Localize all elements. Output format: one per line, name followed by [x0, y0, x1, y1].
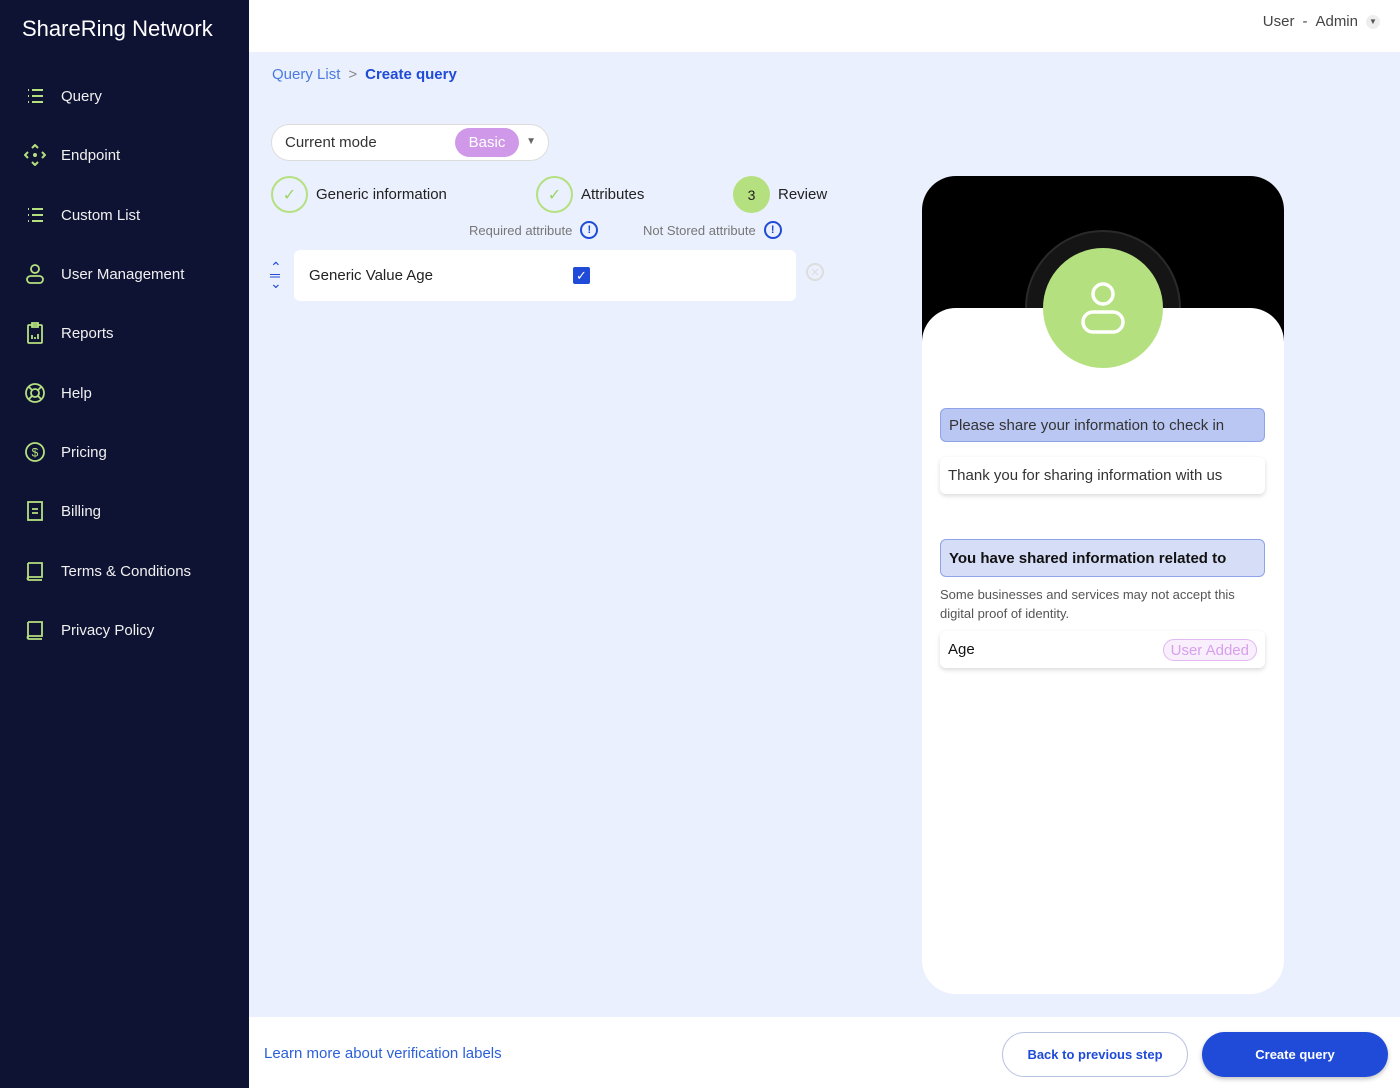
sidebar-item-label: Terms & Conditions — [61, 562, 192, 580]
sidebar-item-label: Billing — [61, 502, 102, 520]
legend-required: Required attribute! — [469, 221, 599, 239]
mode-badge: Basic — [455, 128, 519, 157]
user-icon — [26, 264, 44, 284]
info-icon[interactable]: ! — [580, 221, 599, 239]
checkin-message: Please share your information to check i… — [940, 408, 1265, 442]
legend-label: Required attribute — [469, 222, 573, 238]
user-menu[interactable]: User - Admin ▼ — [1263, 13, 1380, 30]
mode-select[interactable]: Current mode Basic ▼ — [271, 124, 549, 161]
remove-icon[interactable]: ✕ — [806, 263, 824, 281]
step-attributes[interactable]: ✓ Attributes — [536, 176, 644, 213]
sidebar-item-terms[interactable]: Terms & Conditions — [24, 560, 191, 582]
sidebar-item-help[interactable]: Help — [24, 382, 92, 404]
user-separator: - — [1302, 13, 1308, 30]
list-icon — [28, 89, 43, 103]
user-role: Admin — [1315, 13, 1358, 30]
breadcrumb-separator: > — [348, 66, 358, 83]
document-icon — [27, 501, 43, 521]
list-icon — [28, 208, 43, 222]
required-checkbox[interactable]: ✓ — [573, 267, 590, 284]
footer: Learn more about verification labels Bac… — [249, 1017, 1400, 1088]
avatar — [1043, 248, 1163, 368]
step-review[interactable]: 3 Review — [733, 176, 827, 213]
sidebar-item-privacy[interactable]: Privacy Policy — [24, 619, 154, 641]
step-number: 3 — [733, 176, 770, 213]
breadcrumb: Query List > Create query — [272, 66, 457, 83]
legend-not-stored: Not Stored attribute! — [643, 221, 782, 239]
drag-handle-icon[interactable]: ⌃ ═ ⌄ — [270, 260, 282, 290]
sidebar-item-billing[interactable]: Billing — [24, 500, 101, 522]
info-icon[interactable]: ! — [763, 221, 782, 239]
dollar-icon: $ — [25, 442, 45, 462]
user-label: User — [1262, 13, 1295, 30]
back-button[interactable]: Back to previous step — [1002, 1032, 1188, 1077]
chevron-down-icon[interactable]: ▼ — [1366, 14, 1380, 29]
lifebuoy-icon — [25, 383, 45, 403]
sidebar-item-endpoint[interactable]: Endpoint — [24, 144, 120, 166]
user-icon — [1081, 282, 1125, 334]
check-icon: ✓ — [271, 176, 308, 213]
sidebar-item-query[interactable]: Query — [24, 85, 102, 107]
sidebar-item-user-management[interactable]: User Management — [24, 263, 184, 285]
app-logo: ShareRing Network — [22, 16, 213, 41]
sidebar: ShareRing Network Query Endpoint Custom … — [0, 0, 249, 1088]
check-icon: ✓ — [536, 176, 573, 213]
sidebar-item-label: Endpoint — [61, 146, 121, 164]
topbar: User - Admin ▼ — [249, 0, 1400, 52]
mode-label: Current mode — [285, 134, 377, 151]
clipboard-icon — [27, 322, 43, 344]
sidebar-item-label: Custom List — [61, 206, 141, 224]
step-label: Review — [778, 186, 828, 203]
create-query-button[interactable]: Create query — [1202, 1032, 1388, 1077]
sidebar-item-reports[interactable]: Reports — [24, 322, 114, 344]
svg-text:$: $ — [32, 446, 39, 460]
book-icon — [26, 562, 43, 581]
sidebar-item-custom-list[interactable]: Custom List — [24, 204, 140, 226]
sidebar-item-label: Pricing — [61, 443, 107, 461]
phone-preview: Please share your information to check i… — [922, 176, 1284, 994]
thank-you-message: Thank you for sharing information with u… — [940, 457, 1265, 494]
shared-item-name: Age — [948, 641, 975, 658]
attribute-name: Generic Value Age — [309, 267, 433, 284]
sidebar-item-label: User Management — [61, 265, 185, 283]
shared-item: Age User Added — [940, 631, 1265, 668]
user-added-badge: User Added — [1162, 639, 1257, 661]
step-generic-information[interactable]: ✓ Generic information — [271, 176, 447, 213]
step-label: Attributes — [581, 186, 645, 203]
sidebar-item-label: Reports — [61, 324, 114, 342]
sidebar-item-label: Query — [61, 87, 102, 105]
legend-label: Not Stored attribute — [643, 222, 756, 238]
book-icon — [26, 621, 43, 640]
caret-down-icon: ▼ — [526, 136, 536, 147]
sidebar-item-pricing[interactable]: $ Pricing — [24, 441, 107, 463]
breadcrumb-query-list[interactable]: Query List — [272, 66, 340, 83]
endpoint-icon — [24, 144, 46, 166]
sidebar-item-label: Help — [61, 384, 92, 402]
shared-info-title: You have shared information related to — [940, 539, 1265, 577]
step-label: Generic information — [316, 186, 447, 203]
sidebar-item-label: Privacy Policy — [61, 621, 155, 639]
breadcrumb-current: Create query — [365, 66, 457, 83]
attribute-row: Generic Value Age ✓ — [294, 250, 796, 301]
learn-more-link[interactable]: Learn more about verification labels — [264, 1045, 502, 1062]
shared-info-note: Some businesses and services may not acc… — [940, 587, 1235, 621]
